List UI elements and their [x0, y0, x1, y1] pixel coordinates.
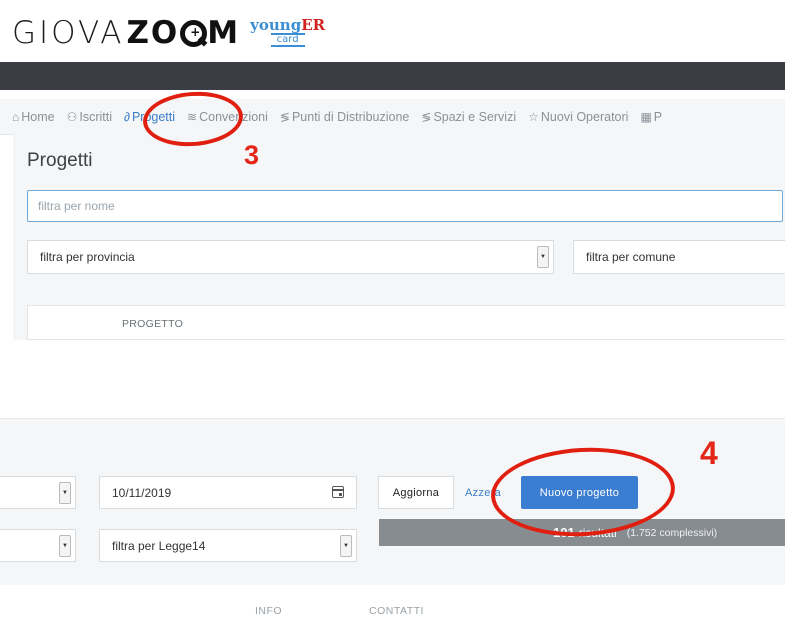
nav-label: Punti di Distribuzione — [291, 109, 410, 124]
select-arrow-icon: ▼ — [340, 534, 352, 557]
nav-label: P — [653, 109, 663, 124]
filter-select-1[interactable]: ▼ — [0, 476, 76, 509]
date-input[interactable]: 10/11/2019 — [99, 476, 357, 509]
main-nav: ⌂ Home ⚇ Iscritti ∂ Progetti ≋ Convenzio… — [0, 99, 785, 135]
logo-text-bold-part1: ZO — [126, 15, 180, 51]
home-icon: ⌂ — [12, 109, 20, 124]
rss-icon: ≋ — [187, 109, 198, 124]
star-icon: ☆ — [528, 109, 539, 124]
annotation-step-3: 3 — [244, 140, 260, 170]
nav-item-nuovi-operatori[interactable]: ☆ Nuovi Operatori — [528, 110, 628, 124]
results-total: (1.752 complessivi) — [626, 526, 718, 539]
layers-icon: ≶ — [421, 109, 432, 124]
calendar-icon[interactable] — [332, 486, 344, 498]
page-title: Progetti — [27, 150, 93, 171]
nav-item-more[interactable]: ▦ P — [640, 110, 662, 124]
provincia-select[interactable]: filtra per provincia ▼ — [27, 240, 554, 274]
badge-er: ER — [301, 16, 326, 34]
youngER-card-badge: youngER card — [250, 16, 326, 47]
results-bar: 101 risultati (1.752 complessivi) — [379, 519, 785, 546]
annotation-step-4: 4 — [700, 435, 718, 471]
nav-label: Convenzioni — [199, 109, 268, 124]
nav-label: Progetti — [131, 109, 176, 124]
filter-name-input[interactable] — [27, 190, 783, 222]
filter-select-2[interactable]: ▼ — [0, 529, 76, 562]
legge14-select-value: filtra per Legge14 — [112, 538, 206, 553]
footer-info-link[interactable]: INFO — [255, 605, 282, 617]
nav-item-punti-distribuzione[interactable]: ≶ Punti di Distribuzione — [280, 110, 409, 124]
logo-text-light: GIOVA — [12, 15, 125, 51]
nav-item-home[interactable]: ⌂ Home — [12, 110, 55, 124]
nav-item-spazi-servizi[interactable]: ≶ Spazi e Servizi — [421, 110, 516, 124]
azzera-link[interactable]: Azzera — [465, 487, 501, 499]
comune-select[interactable]: filtra per comune — [573, 240, 785, 274]
grid-icon: ▦ — [640, 109, 652, 124]
nav-label: Home — [21, 109, 55, 124]
badge-young: young — [250, 16, 302, 34]
badge-card: card — [270, 33, 305, 47]
top-dark-bar — [0, 62, 785, 90]
provincia-select-value: filtra per provincia — [40, 250, 135, 264]
select-arrow-icon: ▼ — [59, 534, 71, 557]
select-arrow-icon: ▼ — [59, 481, 71, 504]
link-icon: ∂ — [124, 109, 130, 124]
results-label: risultati — [578, 525, 617, 540]
nav-label: Iscritti — [79, 109, 112, 124]
column-header-progetto[interactable]: PROGETTO — [122, 318, 183, 330]
results-count: 101 — [553, 525, 575, 540]
layers-icon: ≶ — [279, 109, 290, 124]
legge14-select[interactable]: filtra per Legge14 ▼ — [99, 529, 357, 562]
comune-select-value: filtra per comune — [586, 250, 676, 264]
nuovo-progetto-button[interactable]: Nuovo progetto — [521, 476, 638, 509]
giovazoom-logo[interactable]: GIOVA ZO + M youngER card — [12, 15, 326, 51]
date-input-value: 10/11/2019 — [112, 485, 172, 500]
magnifier-icon: + — [180, 20, 208, 47]
nav-item-progetti[interactable]: ∂ Progetti — [124, 110, 175, 124]
nav-label: Nuovi Operatori — [540, 109, 629, 124]
nav-item-iscritti[interactable]: ⚇ Iscritti — [67, 110, 112, 124]
nav-item-convenzioni[interactable]: ≋ Convenzioni — [187, 110, 268, 124]
aggiorna-button[interactable]: Aggiorna — [378, 476, 454, 509]
logo-text-bold: ZO + M — [126, 15, 240, 51]
logo-text-bold-part2: M — [207, 15, 241, 51]
select-arrow-icon: ▼ — [537, 246, 549, 268]
nav-label: Spazi e Servizi — [433, 109, 517, 124]
footer-contatti-link[interactable]: CONTATTI — [369, 605, 424, 617]
users-icon: ⚇ — [66, 109, 78, 124]
